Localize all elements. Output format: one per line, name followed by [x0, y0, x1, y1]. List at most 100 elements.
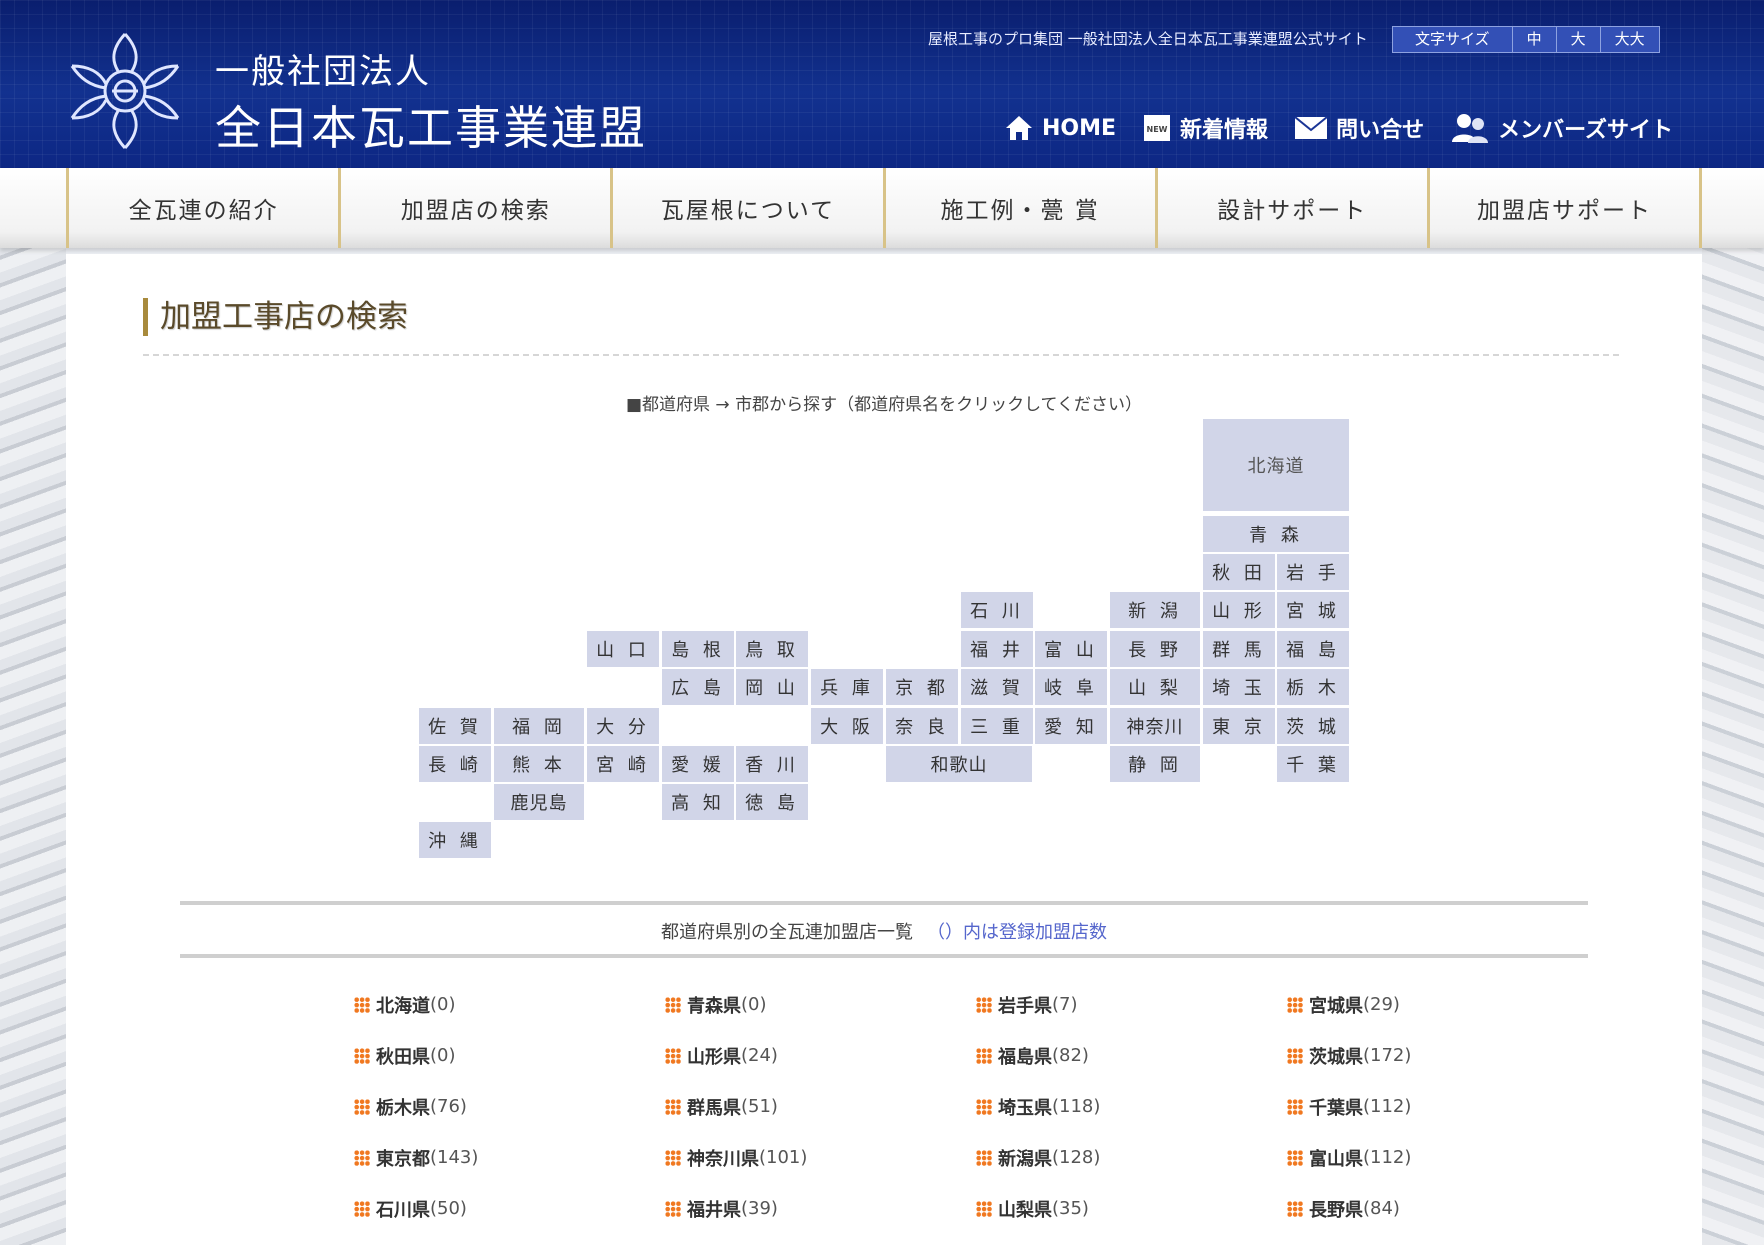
list-item[interactable]: 東京都 (143) [354, 1132, 665, 1183]
list-item[interactable]: 福井県 (39) [665, 1183, 976, 1234]
member-count: (0) [430, 1045, 456, 1066]
list-item[interactable]: 福島県 (82) [976, 1030, 1287, 1081]
site-header: 一般社団法人 全日本瓦工事業連盟 屋根工事のプロ集団 一般社団法人全日本瓦工事業… [0, 0, 1764, 168]
font-size-xlarge-button[interactable]: 大大 [1599, 27, 1659, 52]
pref-akita[interactable]: 秋 田 [1203, 554, 1275, 590]
pref-iwate[interactable]: 岩 手 [1277, 554, 1349, 590]
nav-tab-works-award[interactable]: 施工例・甍 賞 [882, 168, 1155, 248]
pref-name: 千葉県 [1309, 1097, 1363, 1119]
list-item[interactable]: 岩手県 (7) [976, 979, 1287, 1030]
list-item[interactable]: 栃木県 (76) [354, 1081, 665, 1132]
pref-tottori[interactable]: 鳥 取 [736, 631, 808, 667]
pref-niigata[interactable]: 新 潟 [1110, 592, 1200, 628]
pref-ishikawa[interactable]: 石 川 [961, 592, 1033, 628]
pref-nagano[interactable]: 長 野 [1110, 631, 1200, 667]
pref-name: 青森県 [687, 995, 741, 1017]
member-count: (128) [1052, 1147, 1101, 1168]
list-item[interactable]: 神奈川県 (101) [665, 1132, 976, 1183]
home-link[interactable]: HOME [1004, 112, 1116, 144]
pref-fukui[interactable]: 福 井 [961, 631, 1033, 667]
pref-chiba[interactable]: 千 葉 [1277, 746, 1349, 782]
grid-bullet-icon [976, 996, 992, 1013]
pref-tochigi[interactable]: 栃 木 [1277, 669, 1349, 705]
list-item[interactable]: 新潟県 (128) [976, 1132, 1287, 1183]
member-count: (172) [1363, 1045, 1412, 1066]
nav-tab-search[interactable]: 加盟店の検索 [338, 168, 610, 248]
grid-bullet-icon [354, 1200, 370, 1217]
pref-ibaraki[interactable]: 茨 城 [1277, 708, 1349, 744]
list-item[interactable]: 山形県 (24) [665, 1030, 976, 1081]
list-item[interactable]: 山梨県 (35) [976, 1183, 1287, 1234]
nav-tab-tile-roof[interactable]: 瓦屋根について [610, 168, 882, 248]
pref-fukushima[interactable]: 福 島 [1277, 631, 1349, 667]
font-size-large-button[interactable]: 大 [1555, 27, 1600, 52]
list-item[interactable]: 埼玉県 (118) [976, 1081, 1287, 1132]
list-item[interactable]: 富山県 (112) [1287, 1132, 1598, 1183]
members-icon [1452, 114, 1489, 143]
pref-kumamoto[interactable]: 熊 本 [494, 746, 584, 782]
list-item[interactable]: 青森県 (0) [665, 979, 976, 1030]
contact-link[interactable]: 問い合せ [1294, 112, 1424, 144]
pref-kagoshima[interactable]: 鹿児島 [494, 784, 584, 820]
list-heading: 都道府県別の全瓦連加盟店一覧 （）内は登録加盟店数 [66, 918, 1702, 944]
pref-saitama[interactable]: 埼 玉 [1203, 669, 1275, 705]
pref-wakayama[interactable]: 和歌山 [886, 746, 1032, 782]
pref-name: 山梨県 [998, 1199, 1052, 1221]
list-item[interactable]: 秋田県 (0) [354, 1030, 665, 1081]
list-item[interactable]: 北海道 (0) [354, 979, 665, 1030]
pref-miyazaki[interactable]: 宮 崎 [587, 746, 659, 782]
pref-yamagata[interactable]: 山 形 [1203, 592, 1275, 628]
pref-nara[interactable]: 奈 良 [886, 708, 958, 744]
pref-hyogo[interactable]: 兵 庫 [811, 669, 883, 705]
pref-tokyo[interactable]: 東 京 [1203, 708, 1275, 744]
pref-kagawa[interactable]: 香 川 [736, 746, 808, 782]
pref-shizuoka[interactable]: 静 岡 [1110, 746, 1200, 782]
grid-bullet-icon [665, 1098, 681, 1115]
pref-gunma[interactable]: 群 馬 [1203, 631, 1275, 667]
pref-kanagawa[interactable]: 神奈川 [1110, 708, 1200, 744]
pref-ehime[interactable]: 愛 媛 [662, 746, 734, 782]
pref-okinawa[interactable]: 沖 縄 [419, 822, 491, 858]
member-count: (112) [1363, 1096, 1412, 1117]
pref-saga[interactable]: 佐 賀 [419, 708, 491, 744]
pref-nagasaki[interactable]: 長 崎 [419, 746, 491, 782]
pref-mie[interactable]: 三 重 [961, 708, 1033, 744]
pref-shimane[interactable]: 島 根 [662, 631, 734, 667]
pref-toyama[interactable]: 富 山 [1035, 631, 1107, 667]
nav-tab-design-support[interactable]: 設計サポート [1154, 168, 1427, 248]
pref-tokushima[interactable]: 徳 島 [736, 784, 808, 820]
nav-tab-about[interactable]: 全瓦連の紹介 [66, 168, 338, 248]
list-item[interactable]: 群馬県 (51) [665, 1081, 976, 1132]
pref-gifu[interactable]: 岐 阜 [1035, 669, 1107, 705]
list-heading-note: （）内は登録加盟店数 [927, 922, 1107, 943]
pref-oita[interactable]: 大 分 [587, 708, 659, 744]
list-item[interactable]: 長野県 (84) [1287, 1183, 1598, 1234]
list-item[interactable]: 茨城県 (172) [1287, 1030, 1598, 1081]
pref-kyoto[interactable]: 京 都 [886, 669, 958, 705]
pref-yamaguchi[interactable]: 山 口 [587, 631, 659, 667]
list-item[interactable]: 宮城県 (29) [1287, 979, 1598, 1030]
pref-hokkaido[interactable]: 北海道 [1203, 419, 1349, 511]
pref-hiroshima[interactable]: 広 島 [662, 669, 734, 705]
pref-miyagi[interactable]: 宮 城 [1277, 592, 1349, 628]
member-count: (50) [430, 1198, 467, 1219]
pref-okayama[interactable]: 岡 山 [736, 669, 808, 705]
pref-aomori[interactable]: 青 森 [1203, 516, 1349, 552]
pref-yamanashi[interactable]: 山 梨 [1110, 669, 1200, 705]
list-item[interactable]: 千葉県 (112) [1287, 1081, 1598, 1132]
font-size-medium-button[interactable]: 中 [1511, 27, 1556, 52]
pref-aichi[interactable]: 愛 知 [1035, 708, 1107, 744]
pref-osaka[interactable]: 大 阪 [811, 708, 883, 744]
member-count: (39) [741, 1198, 778, 1219]
emblem-logo-icon[interactable] [66, 26, 184, 156]
members-link[interactable]: メンバーズサイト [1450, 112, 1673, 144]
pref-kochi[interactable]: 高 知 [662, 784, 734, 820]
org-name[interactable]: 全日本瓦工事業連盟 [215, 92, 647, 158]
news-link[interactable]: NEW 新着情報 [1142, 112, 1268, 144]
pref-shiga[interactable]: 滋 賀 [961, 669, 1033, 705]
list-item[interactable]: 石川県 (50) [354, 1183, 665, 1234]
pref-fukuoka[interactable]: 福 岡 [494, 708, 584, 744]
nav-tab-member-support[interactable]: 加盟店サポート [1426, 168, 1703, 248]
news-badge-text: NEW [1147, 125, 1168, 134]
list-top-divider [180, 901, 1588, 905]
